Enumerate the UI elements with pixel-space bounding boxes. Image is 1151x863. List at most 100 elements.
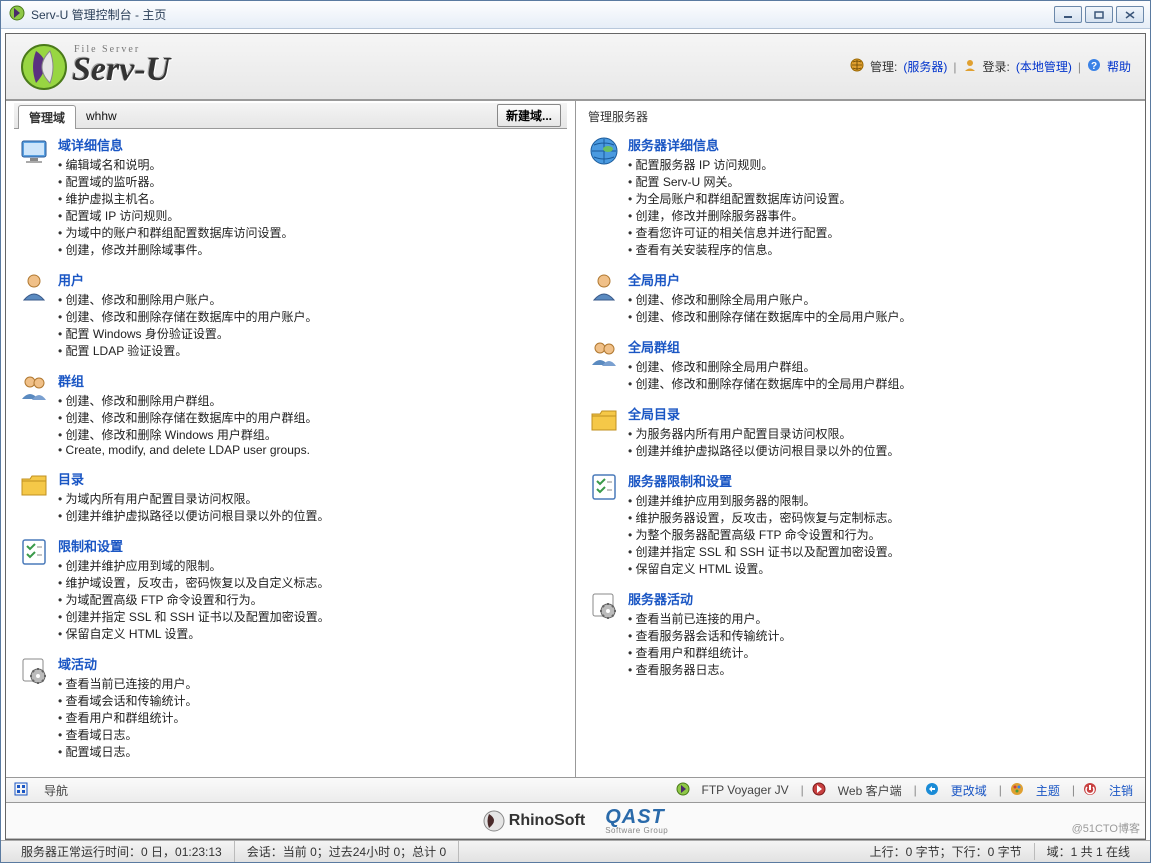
gear-icon xyxy=(588,589,620,621)
help-link[interactable]: 帮助 xyxy=(1107,58,1131,75)
section-title-link[interactable]: 域活动 xyxy=(58,654,563,673)
theme-link[interactable]: 主题 xyxy=(1032,782,1064,799)
section-item: 为域中的账户和群组配置数据库访问设置。 xyxy=(58,224,563,241)
section-item: 创建，修改并删除服务器事件。 xyxy=(628,207,1133,224)
section-item: 创建并指定 SSL 和 SSH 证书以及配置加密设置。 xyxy=(58,608,563,625)
section-item: 保留自定义 HTML 设置。 xyxy=(58,625,563,642)
right-column-header: 管理服务器 xyxy=(584,103,1137,129)
section-title-link[interactable]: 全局目录 xyxy=(628,404,1133,423)
logout-link[interactable]: 注销 xyxy=(1105,782,1137,799)
section-title-link[interactable]: 全局群组 xyxy=(628,337,1133,356)
section-title-link[interactable]: 目录 xyxy=(58,469,563,488)
left-column: 管理域 whhw 新建域... 域详细信息编辑域名和说明。配置域的监听器。维护虚… xyxy=(6,101,576,777)
section-item: 查看域日志。 xyxy=(58,726,563,743)
status-traffic: 上行：0 字节；下行：0 字节 xyxy=(858,843,1035,860)
login-label: 登录: xyxy=(983,58,1010,75)
login-target-link[interactable]: (本地管理) xyxy=(1016,58,1072,75)
section-item: 创建、修改和删除全局用户账户。 xyxy=(628,291,1133,308)
section-item: 查看服务器会话和传输统计。 xyxy=(628,627,1133,644)
left-section: 目录为域内所有用户配置目录访问权限。创建并维护虚拟路径以便访问根目录以外的位置。 xyxy=(14,463,567,530)
section-item: 创建、修改和删除全局用户群组。 xyxy=(628,358,1133,375)
maximize-button[interactable] xyxy=(1085,6,1113,23)
section-title-link[interactable]: 群组 xyxy=(58,371,563,390)
nav-link[interactable]: 导航 xyxy=(40,782,72,799)
right-section: 服务器详细信息配置服务器 IP 访问规则。配置 Serv-U 网关。为全局账户和… xyxy=(584,129,1137,264)
section-item: 创建并指定 SSL 和 SSH 证书以及配置加密设置。 xyxy=(628,543,1133,560)
section-item: 配置 Serv-U 网关。 xyxy=(628,173,1133,190)
left-section: 用户创建、修改和删除用户账户。创建、修改和删除存储在数据库中的用户账户。配置 W… xyxy=(14,264,567,365)
right-column: 管理服务器 服务器详细信息配置服务器 IP 访问规则。配置 Serv-U 网关。… xyxy=(576,101,1145,777)
logo: File Server Serv-U xyxy=(20,43,170,91)
left-section: 域详细信息编辑域名和说明。配置域的监听器。维护虚拟主机名。配置域 IP 访问规则… xyxy=(14,129,567,264)
section-title-link[interactable]: 限制和设置 xyxy=(58,536,563,555)
section-item: 查看当前已连接的用户。 xyxy=(628,610,1133,627)
section-item: 维护域设置，反攻击，密码恢复以及自定义标志。 xyxy=(58,574,563,591)
section-item: 创建并维护虚拟路径以便访问根目录以外的位置。 xyxy=(58,507,563,524)
manage-server-link[interactable]: (服务器) xyxy=(903,58,947,75)
section-title-link[interactable]: 服务器限制和设置 xyxy=(628,471,1133,490)
statusbar: 服务器正常运行时间：0 日，01:23:13 会话：当前 0；过去24小时 0；… xyxy=(1,840,1150,862)
theme-icon xyxy=(1010,782,1024,799)
section-item: Create, modify, and delete LDAP user gro… xyxy=(58,443,563,457)
folder-icon xyxy=(18,469,50,501)
user-icon xyxy=(963,58,977,75)
app-window: Serv-U 管理控制台 - 主页 File Server Serv-U 管理: xyxy=(0,0,1151,863)
section-item: 查看当前已连接的用户。 xyxy=(58,675,563,692)
section-item: 维护虚拟主机名。 xyxy=(58,190,563,207)
tab-manage-domain[interactable]: 管理域 xyxy=(18,105,76,129)
user-icon xyxy=(18,270,50,302)
right-section: 全局用户创建、修改和删除全局用户账户。创建、修改和删除存储在数据库中的全局用户账… xyxy=(584,264,1137,331)
section-item: 创建、修改和删除存储在数据库中的用户群组。 xyxy=(58,409,563,426)
main-content: 管理域 whhw 新建域... 域详细信息编辑域名和说明。配置域的监听器。维护虚… xyxy=(6,100,1145,777)
section-item: 创建、修改和删除存储在数据库中的全局用户账户。 xyxy=(628,308,1133,325)
section-item: 为域配置高级 FTP 命令设置和行为。 xyxy=(58,591,563,608)
section-item: 为全局账户和群组配置数据库访问设置。 xyxy=(628,190,1133,207)
app-icon xyxy=(9,5,25,24)
close-button[interactable] xyxy=(1116,6,1144,23)
section-item: 维护服务器设置，反攻击，密码恢复与定制标志。 xyxy=(628,509,1133,526)
change-domain-link[interactable]: 更改域 xyxy=(947,782,991,799)
web-client-link[interactable]: Web 客户端 xyxy=(834,782,906,799)
section-title-link[interactable]: 服务器活动 xyxy=(628,589,1133,608)
section-item: 创建并维护虚拟路径以便访问根目录以外的位置。 xyxy=(628,442,1133,459)
section-item: 为服务器内所有用户配置目录访问权限。 xyxy=(628,425,1133,442)
header-links: 管理: (服务器) | 登录: (本地管理) | ? 帮助 xyxy=(850,58,1131,75)
checklist-icon xyxy=(18,536,50,568)
gear-icon xyxy=(18,654,50,686)
titlebar: Serv-U 管理控制台 - 主页 xyxy=(1,1,1150,29)
globe-icon xyxy=(850,58,864,75)
domain-tabbar: 管理域 whhw 新建域... xyxy=(14,103,567,129)
voyager-icon xyxy=(676,782,690,799)
right-section: 全局群组创建、修改和删除全局用户群组。创建、修改和删除存储在数据库中的全局用户群… xyxy=(584,331,1137,398)
svg-text:?: ? xyxy=(1091,61,1097,72)
status-domains: 域：1 共 1 在线 xyxy=(1035,843,1142,860)
nav-icon xyxy=(14,782,28,799)
section-item: 为域内所有用户配置目录访问权限。 xyxy=(58,490,563,507)
section-item: 为整个服务器配置高级 FTP 命令设置和行为。 xyxy=(628,526,1133,543)
qast-logo: QAST Software Group xyxy=(605,807,668,835)
tab-domain-name[interactable]: whhw xyxy=(76,106,127,126)
section-item: 配置域 IP 访问规则。 xyxy=(58,207,563,224)
change-domain-icon xyxy=(925,782,939,799)
ftp-voyager-link[interactable]: FTP Voyager JV xyxy=(698,783,793,797)
left-section: 群组创建、修改和删除用户群组。创建、修改和删除存储在数据库中的用户群组。创建、修… xyxy=(14,365,567,463)
manage-label: 管理: xyxy=(870,58,897,75)
section-title-link[interactable]: 全局用户 xyxy=(628,270,1133,289)
status-uptime: 服务器正常运行时间：0 日，01:23:13 xyxy=(9,841,235,862)
new-domain-button[interactable]: 新建域... xyxy=(497,104,561,127)
right-section: 服务器限制和设置创建并维护应用到服务器的限制。维护服务器设置，反攻击，密码恢复与… xyxy=(584,465,1137,583)
status-sessions: 会话：当前 0；过去24小时 0；总计 0 xyxy=(235,841,459,862)
section-item: 查看有关安装程序的信息。 xyxy=(628,241,1133,258)
section-title-link[interactable]: 域详细信息 xyxy=(58,135,563,154)
section-title-link[interactable]: 用户 xyxy=(58,270,563,289)
section-item: 查看用户和群组统计。 xyxy=(628,644,1133,661)
section-item: 查看您许可证的相关信息并进行配置。 xyxy=(628,224,1133,241)
right-section: 服务器活动查看当前已连接的用户。查看服务器会话和传输统计。查看用户和群组统计。查… xyxy=(584,583,1137,684)
window-title: Serv-U 管理控制台 - 主页 xyxy=(31,6,166,23)
section-title-link[interactable]: 服务器详细信息 xyxy=(628,135,1133,154)
minimize-button[interactable] xyxy=(1054,6,1082,23)
section-item: 创建、修改和删除 Windows 用户群组。 xyxy=(58,426,563,443)
section-item: 保留自定义 HTML 设置。 xyxy=(628,560,1133,577)
globe-icon xyxy=(588,135,620,167)
section-item: 配置 LDAP 验证设置。 xyxy=(58,342,563,359)
